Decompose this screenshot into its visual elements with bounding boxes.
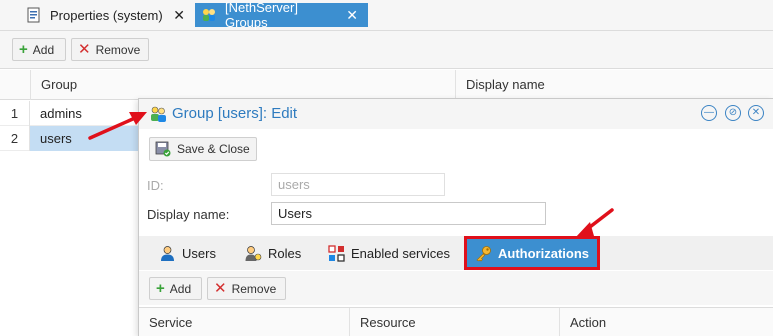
tab-nethserver-groups[interactable]: [NethServer] Groups ✕ [195,0,368,30]
close-icon[interactable]: ✕ [342,7,362,24]
tab-enabled-services[interactable]: Enabled services [320,239,458,267]
plus-icon: + [156,280,165,297]
id-label: ID: [147,178,164,193]
groups-icon [201,7,217,23]
display-name-label: Display name: [147,207,230,222]
properties-icon [26,7,42,23]
tab-properties-system[interactable]: Properties (system) ✕ [20,3,195,27]
authorizations-grid-header: Service Resource Action [139,307,773,336]
dialog-header: Group [users]: Edit — ⊘ ✕ [139,99,773,129]
groups-icon [149,105,167,123]
column-header-action[interactable]: Action [559,308,773,336]
column-header-service[interactable]: Service [139,308,349,336]
roles-icon [245,245,262,262]
key-icon [475,245,492,262]
column-header-display-name[interactable]: Display name [455,70,773,100]
plus-icon: + [19,41,28,58]
remove-icon: ✕ [78,41,91,58]
dialog-title: Group [users]: Edit [172,105,298,122]
tab-label: Properties (system) [50,7,163,23]
column-header-group[interactable]: Group [30,70,455,100]
display-name-field[interactable]: Users [271,202,546,225]
tab-authorizations[interactable]: Authorizations [464,236,600,270]
remove-icon: ✕ [214,280,227,297]
tab-bar: Properties (system) ✕ [NethServer] Group… [0,0,773,31]
add-button[interactable]: + Add [12,38,66,61]
group-name: users [30,126,138,151]
save-icon [155,141,171,157]
user-icon [159,245,176,262]
tab-label: [NethServer] Groups [225,0,298,30]
id-field: users [271,173,445,196]
detach-icon[interactable]: ⊘ [725,105,741,121]
close-icon[interactable]: ✕ [748,105,764,121]
row-number: 2 [0,126,30,151]
groups-grid-header: Group Display name [0,70,773,100]
authorizations-toolbar: + Add ✕ Remove [139,271,773,305]
row-number: 1 [0,101,30,126]
dialog-subtabs: Users Roles Enabled services Authorizati… [139,236,773,270]
group-name: admins [40,106,82,121]
services-icon [328,244,345,262]
save-close-button[interactable]: Save & Close [149,137,257,161]
tab-roles[interactable]: Roles [237,239,309,267]
remove-authorization-button[interactable]: ✕ Remove [207,277,286,300]
add-authorization-button[interactable]: + Add [149,277,202,300]
column-header-resource[interactable]: Resource [349,308,559,336]
tab-users[interactable]: Users [151,239,224,267]
minimize-icon[interactable]: — [701,105,717,121]
main-toolbar: + Add ✕ Remove [0,31,773,69]
group-edit-dialog: Group [users]: Edit — ⊘ ✕ Save & Close I… [138,98,773,336]
close-icon[interactable]: ✕ [169,7,189,24]
remove-button[interactable]: ✕ Remove [71,38,149,61]
